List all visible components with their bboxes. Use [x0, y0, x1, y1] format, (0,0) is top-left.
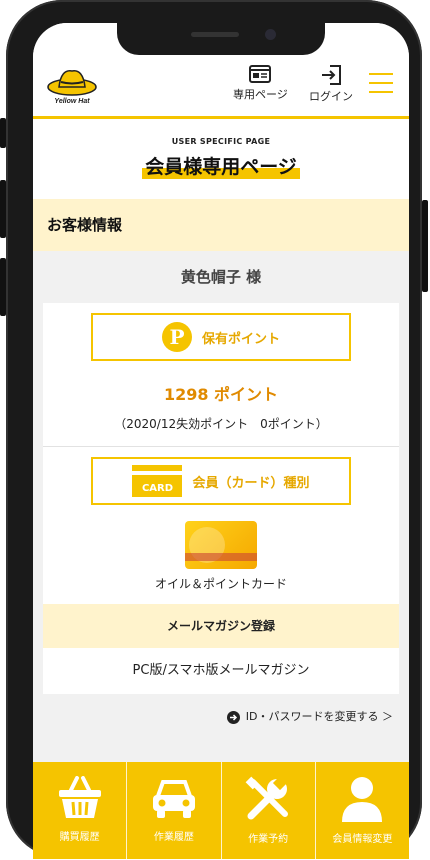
nav-purchase-label: 購買履歴	[59, 832, 100, 843]
screen: Yellow Hat 専用ページ ログイン USER SPECIFIC PAGE…	[33, 23, 409, 859]
member-info-card: P 保有ポイント 1298 ポイント （2020/12失効ポイント 0ポイント）…	[43, 303, 399, 694]
page-title: 会員様専用ページ	[142, 152, 300, 179]
mail-magazine-item: PC版/スマホ版メールマガジン	[132, 663, 310, 678]
change-password-label: ID・パスワードを変更する ＞	[245, 710, 393, 723]
nav-member-info-label: 会員情報変更	[332, 834, 393, 845]
point-icon: P	[161, 322, 192, 352]
nav-work-history[interactable]: 作業履歴	[127, 762, 222, 859]
points-amount: 1298 ポイント	[163, 385, 279, 404]
customer-name: 黄色帽子 様	[180, 268, 262, 286]
member-card-image	[185, 521, 257, 569]
side-button-volume-down	[0, 258, 6, 316]
nav-reservation-label: 作業予約	[248, 834, 289, 845]
mail-section-title: メールマガジン登録	[43, 604, 399, 648]
member-page-button[interactable]: 専用ページ	[233, 65, 288, 102]
member-page-label: 専用ページ	[233, 88, 288, 101]
notch	[117, 23, 325, 55]
card-icon-text: CARD	[141, 483, 174, 494]
membership-box: CARD 会員（カード）種別	[91, 457, 351, 505]
card-type-name: オイル＆ポイントカード	[154, 577, 287, 591]
change-password-link[interactable]: ID・パスワードを変更する ＞	[33, 694, 409, 740]
nav-member-info-change[interactable]: 会員情報変更	[316, 762, 409, 859]
customer-section-title: お客様情報	[33, 199, 409, 251]
points-box-label: 保有ポイント	[201, 331, 280, 347]
points-expire-note: （2020/12失効ポイント 0ポイント）	[43, 415, 399, 447]
side-button-volume-up	[0, 180, 6, 238]
nav-work-history-label: 作業履歴	[153, 832, 194, 843]
side-button-mute	[0, 118, 6, 148]
login-icon	[322, 65, 341, 85]
points-box: P 保有ポイント	[91, 313, 351, 361]
main-content: USER SPECIFIC PAGE 会員様専用ページ お客様情報 黄色帽子 様…	[33, 119, 409, 740]
phone-frame: Yellow Hat 専用ページ ログイン USER SPECIFIC PAGE…	[6, 0, 422, 859]
nav-work-reservation[interactable]: 作業予約	[222, 762, 316, 859]
car-icon	[152, 780, 195, 818]
bottom-nav: 購買履歴 作業履歴 作業予約 会員情報変更	[33, 762, 409, 859]
hamburger-menu-icon[interactable]	[369, 73, 393, 93]
basket-icon	[58, 776, 101, 818]
tools-icon	[245, 776, 289, 820]
user-icon	[342, 777, 383, 822]
card-icon: CARD	[132, 465, 183, 497]
nav-purchase-history[interactable]: 購買履歴	[33, 762, 128, 859]
page-header: USER SPECIFIC PAGE 会員様専用ページ	[33, 119, 409, 199]
side-button-power	[422, 200, 428, 292]
login-label: ログイン	[309, 90, 353, 103]
page-subtitle: USER SPECIFIC PAGE	[171, 137, 271, 146]
login-button[interactable]: ログイン	[309, 65, 353, 104]
logo-text: Yellow Hat	[54, 98, 90, 105]
membership-box-label: 会員（カード）種別	[192, 475, 310, 491]
id-card-icon	[249, 65, 272, 83]
yellow-hat-logo[interactable]: Yellow Hat	[47, 65, 97, 105]
arrow-circle-icon	[226, 710, 240, 724]
